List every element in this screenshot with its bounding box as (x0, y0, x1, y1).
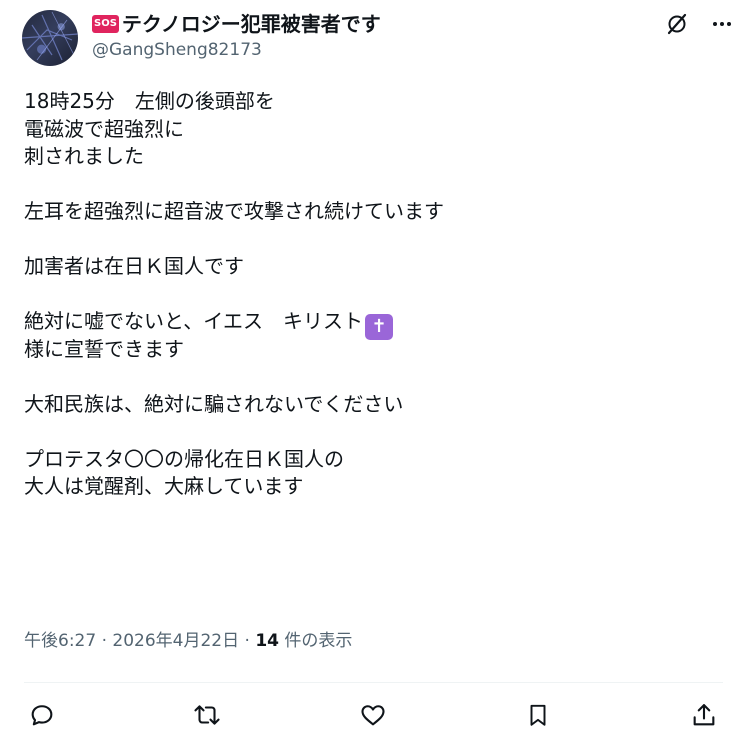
share-icon (693, 704, 715, 726)
reply-button[interactable] (27, 700, 57, 730)
retweet-button[interactable] (192, 700, 222, 730)
share-button[interactable] (689, 700, 719, 730)
post-line: 18時25分 左側の後頭部を (24, 89, 275, 113)
meta-separator: · (244, 631, 250, 651)
post-header: SOS テクノロジー犯罪被害者です @GangSheng82173 (22, 10, 733, 70)
post-line-with-emoji: 絶対に嘘でないと、イエス キリスト ✝ (24, 308, 724, 340)
display-name-text: テクノロジー犯罪被害者です (121, 12, 381, 36)
author-names: SOS テクノロジー犯罪被害者です @GangSheng82173 (92, 10, 381, 61)
avatar-map-pattern (22, 11, 78, 61)
reply-icon (31, 705, 53, 726)
post-line: プロテスタ〇〇の帰化在日Ｋ国人の (24, 446, 344, 471)
more-icon[interactable] (711, 13, 733, 35)
handle[interactable]: @GangSheng82173 (92, 39, 381, 61)
post-line: 加害者は在日Ｋ国人です (24, 254, 244, 278)
post-line: 左耳を超強烈に超音波で攻撃され続けています (24, 199, 444, 223)
header-actions (665, 12, 733, 36)
post-line: 絶対に嘘でないと、イエス キリスト (24, 309, 363, 333)
post-line: 電磁波で超強烈に (24, 116, 184, 141)
grok-icon[interactable] (665, 12, 689, 36)
post-time[interactable]: 午後6:27 (24, 631, 96, 651)
post-line: 大和民族は、絶対に騙されないでください (24, 391, 404, 416)
display-name[interactable]: SOS テクノロジー犯罪被害者です (92, 10, 381, 38)
meta-separator: · (101, 631, 107, 651)
bookmark-icon (530, 704, 546, 726)
like-button[interactable] (358, 700, 388, 730)
bookmark-button[interactable] (523, 700, 553, 730)
avatar[interactable] (22, 10, 78, 66)
retweet-icon (194, 705, 220, 725)
sos-icon: SOS (92, 15, 119, 33)
divider (24, 682, 723, 683)
views-label: 件の表示 (284, 631, 353, 651)
post-line: 大人は覚醒剤、大麻しています (24, 474, 304, 498)
post-text: 18時25分 左側の後頭部を 電磁波で超強烈に 刺されました 左耳を超強烈に超音… (24, 88, 724, 501)
views-count: 14 (255, 631, 280, 651)
post-date[interactable]: 2026年4月22日 (112, 631, 239, 651)
like-icon (361, 705, 385, 726)
post-meta: 午後6:27 · 2026年4月22日 · 14 件の表示 (24, 626, 352, 651)
latin-cross-icon: ✝ (365, 313, 393, 340)
post-line: 刺されました (24, 144, 144, 168)
